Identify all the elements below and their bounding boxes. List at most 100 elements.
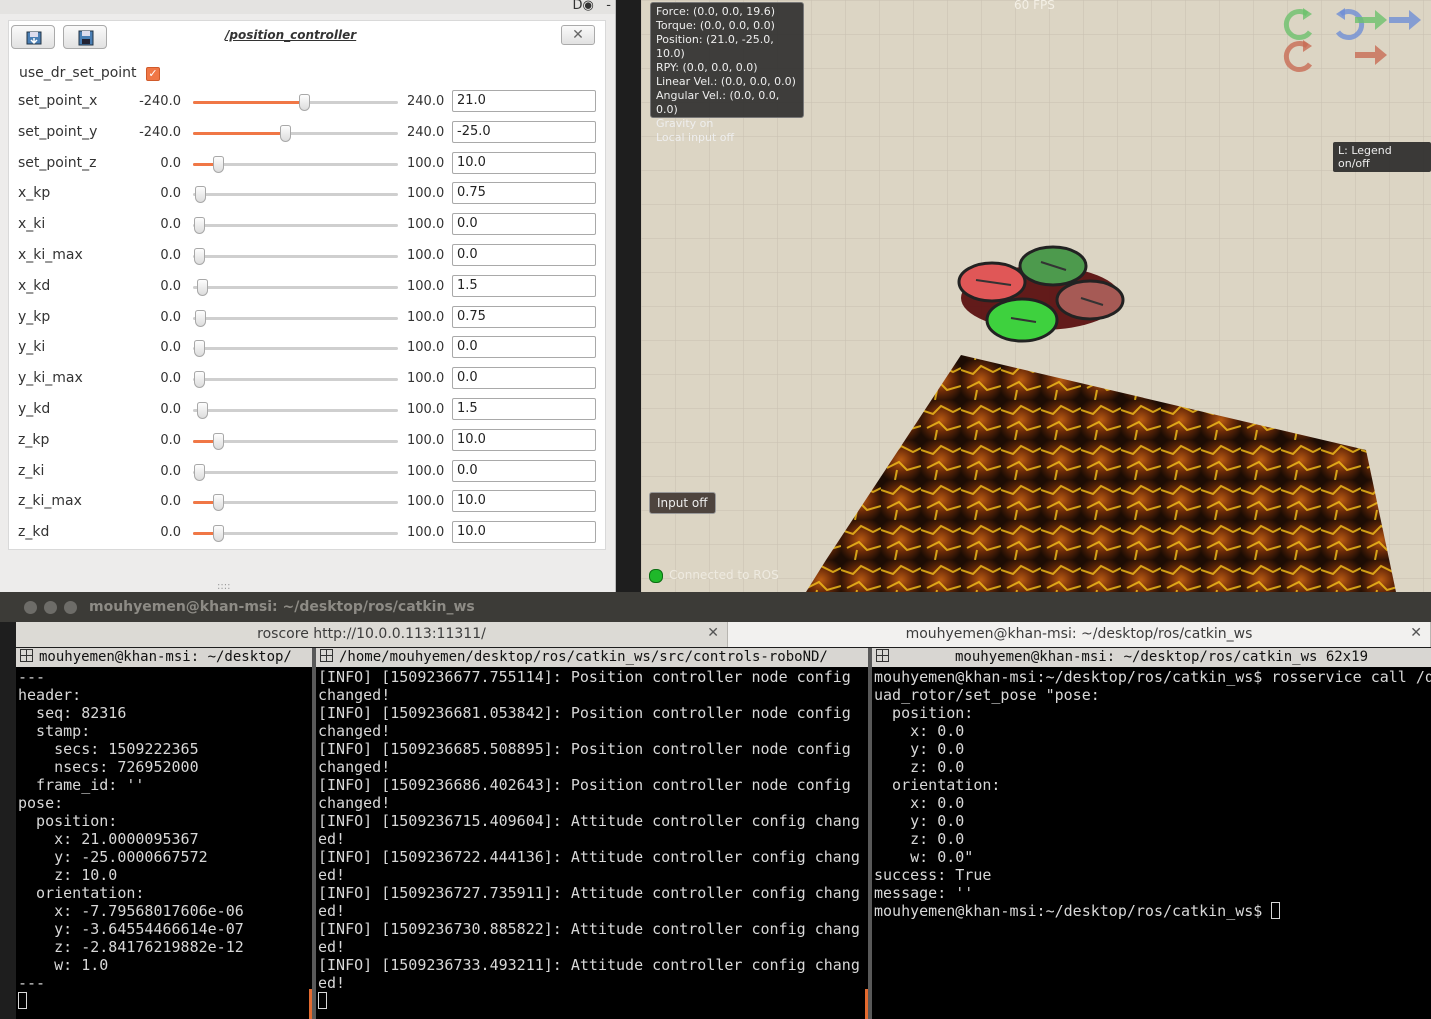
hud-line: RPY: (0.0, 0.0, 0.0) — [656, 61, 758, 74]
param-value-input[interactable]: 0.75 — [452, 305, 596, 328]
terminal-pane-pose-echo[interactable]: mouhyemen@khan-msi: ~/desktop/ --- header… — [16, 648, 312, 1019]
prompt-line[interactable]: mouhyemen@khan-msi:~/desktop/ros/catkin_… — [874, 902, 1431, 920]
pan-forward-icon — [1389, 10, 1421, 30]
ros-connection-status: Connected to ROS — [669, 568, 779, 582]
param-name: y_ki — [18, 339, 46, 356]
tab-catkin-ws[interactable]: mouhyemen@khan-msi: ~/desktop/ros/catkin… — [728, 622, 1431, 647]
param-value-input[interactable]: 0.0 — [452, 336, 596, 359]
camera-nav-icons[interactable] — [1279, 4, 1429, 74]
param-value-input[interactable]: 0.0 — [452, 459, 596, 482]
fps-counter: 60 FPS — [1014, 0, 1055, 12]
output-line: z: 0.0 — [874, 758, 965, 776]
param-value-input[interactable]: 10.0 — [452, 521, 596, 544]
slider-handle[interactable] — [195, 186, 207, 204]
param-max: 100.0 — [407, 309, 445, 325]
output-line: [INFO] [1509236727.735911]: Attitude con… — [318, 884, 860, 902]
output-line: [INFO] [1509236733.493211]: Attitude con… — [318, 956, 860, 974]
output-line: changed! — [318, 758, 391, 776]
resize-grip[interactable]: :::: — [217, 581, 230, 592]
param-value-input[interactable]: 10.0 — [452, 151, 596, 174]
param-min: 0.0 — [160, 402, 181, 417]
output-line: changed! — [318, 722, 391, 740]
slider-handle[interactable] — [213, 155, 225, 173]
tab-roscore[interactable]: roscore http://10.0.0.113:11311/ ✕ — [16, 622, 728, 647]
param-slider[interactable] — [193, 124, 398, 142]
param-slider[interactable] — [193, 186, 398, 204]
slider-handle[interactable] — [213, 525, 225, 543]
terminal-pane-rosservice[interactable]: mouhyemen@khan-msi: ~/desktop/ros/catkin… — [872, 648, 1431, 1019]
panel-window-controls[interactable]: D◉ - — [573, 0, 611, 13]
param-slider[interactable] — [193, 94, 398, 111]
use-dr-set-point-checkbox[interactable]: ✓ — [146, 67, 160, 81]
output-line: w: 0.0" — [874, 848, 974, 866]
slider-handle[interactable] — [194, 371, 205, 389]
legend-toggle-button[interactable]: L: Legend on/off — [1333, 142, 1431, 172]
output-line: y: 0.0 — [874, 812, 965, 830]
terminal-tab-bar: roscore http://10.0.0.113:11311/ ✕ mouhy… — [16, 622, 1431, 647]
param-slider[interactable] — [193, 309, 398, 327]
close-tab-icon[interactable]: ✕ — [707, 625, 719, 641]
param-value-input[interactable]: 10.0 — [452, 490, 596, 513]
slider-handle[interactable] — [280, 124, 292, 142]
output-line: changed! — [318, 686, 391, 704]
param-slider[interactable] — [193, 525, 398, 543]
slider-handle[interactable] — [213, 494, 225, 512]
load-config-button[interactable] — [11, 25, 55, 49]
output-line: success: True — [874, 866, 992, 884]
slider-handle[interactable] — [194, 217, 205, 235]
close-window-button[interactable] — [24, 601, 37, 614]
param-min: 0.0 — [160, 340, 181, 356]
param-slider[interactable] — [193, 155, 398, 173]
slider-handle[interactable] — [213, 432, 225, 450]
param-slider[interactable] — [193, 278, 398, 296]
param-row-x-ki-max: x_ki_max 0.0 100.0 0.0 — [9, 244, 605, 268]
param-slider[interactable] — [193, 217, 398, 235]
param-slider[interactable] — [193, 340, 398, 358]
param-value-input[interactable]: 0.0 — [452, 213, 596, 236]
param-value-input[interactable]: -25.0 — [452, 120, 596, 143]
slider-handle[interactable] — [194, 340, 205, 358]
param-value-input[interactable]: 10.0 — [452, 428, 596, 451]
param-slider[interactable] — [193, 371, 398, 389]
param-slider[interactable] — [193, 402, 398, 419]
output-line: mouhyemen@khan-msi:~/desktop/ros/catkin_… — [874, 668, 1431, 686]
close-node-button[interactable]: ✕ — [561, 25, 595, 45]
input-toggle-button[interactable]: Input off — [649, 492, 716, 514]
param-max: 100.0 — [407, 278, 445, 294]
output-line: --- — [18, 668, 46, 686]
slider-handle[interactable] — [194, 248, 205, 265]
param-value-input[interactable]: 0.75 — [452, 182, 596, 205]
prompt-line[interactable] — [318, 992, 868, 1010]
param-value-input[interactable]: 1.5 — [452, 398, 596, 420]
prompt-line[interactable] — [18, 992, 312, 1010]
param-min: 0.0 — [160, 494, 181, 510]
slider-handle[interactable] — [196, 278, 208, 296]
hud-line: Gravity on — [656, 117, 714, 130]
close-tab-icon[interactable]: ✕ — [1410, 625, 1422, 641]
param-value-input[interactable]: 0.0 — [452, 367, 596, 390]
param-slider[interactable] — [193, 248, 398, 265]
minimize-window-button[interactable] — [44, 601, 57, 614]
output-line: [INFO] [1509236685.508895]: Position con… — [318, 740, 851, 758]
hud-line: Force: (0.0, 0.0, 19.6) — [656, 5, 776, 18]
save-config-button[interactable] — [63, 25, 107, 49]
slider-handle[interactable] — [196, 402, 208, 419]
param-min: 0.0 — [160, 186, 181, 202]
param-max: 100.0 — [407, 217, 445, 233]
quad-simulator-view[interactable]: Force: (0.0, 0.0, 19.6) Torque: (0.0, 0.0… — [641, 0, 1431, 592]
terminal-pane-controller-log[interactable]: /home/mouhyemen/desktop/ros/catkin_ws/sr… — [316, 648, 868, 1019]
param-value-input[interactable]: 1.5 — [452, 274, 596, 297]
param-slider[interactable] — [193, 432, 398, 450]
param-value-input[interactable]: 21.0 — [452, 90, 596, 112]
slider-handle[interactable] — [195, 309, 207, 327]
terminal-title-bar[interactable]: mouhyemen@khan-msi: ~/desktop/ros/catkin… — [0, 592, 1431, 622]
param-max: 240.0 — [407, 124, 445, 140]
param-value-input[interactable]: 0.0 — [452, 244, 596, 266]
param-slider[interactable] — [193, 463, 398, 481]
param-row-y-ki: y_ki 0.0 100.0 0.0 — [9, 336, 605, 360]
param-row-x-kp: x_kp 0.0 100.0 0.75 — [9, 182, 605, 206]
param-slider[interactable] — [193, 494, 398, 512]
slider-handle[interactable] — [194, 463, 205, 481]
maximize-window-button[interactable] — [64, 601, 77, 614]
slider-handle[interactable] — [298, 94, 310, 111]
